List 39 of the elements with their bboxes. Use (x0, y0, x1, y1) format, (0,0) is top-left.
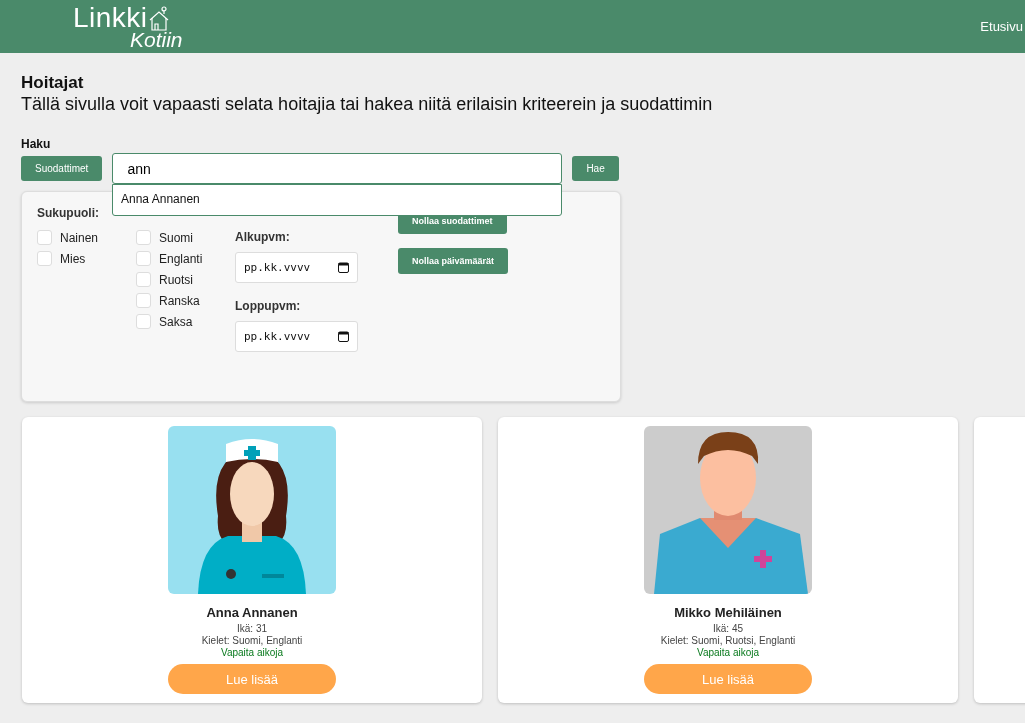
availability-text: Vapaita aikoja (696, 647, 760, 659)
nurse-age: Ikä: 31 (237, 623, 267, 635)
checkbox[interactable] (136, 251, 151, 266)
filters-button[interactable]: Suodattimet (21, 156, 103, 181)
reset-button[interactable]: Nollaa päivämäärät (398, 248, 509, 274)
checkbox[interactable] (136, 314, 151, 329)
date-label: Alkupvm: (235, 230, 291, 244)
checkbox-label: Ranska (159, 293, 200, 308)
search-label: Haku (21, 137, 52, 151)
nurse-name: Anna Annanen (206, 605, 298, 620)
filter-heading: Sukupuoli: (37, 206, 100, 220)
suggestion-item[interactable]: Anna Annanen (113, 185, 561, 215)
checkbox[interactable] (136, 230, 151, 245)
checkbox[interactable] (37, 251, 52, 266)
search-field[interactable]: ann (112, 153, 563, 184)
checkbox[interactable] (37, 230, 52, 245)
page-title: Hoitajat (21, 73, 85, 93)
calendar-icon[interactable] (338, 331, 349, 342)
nurse-age: Ikä: 45 (713, 623, 743, 635)
checkbox-label: Nainen (60, 230, 99, 245)
checkbox-label: Mies (60, 251, 86, 266)
checkbox[interactable] (136, 272, 151, 287)
search-button[interactable]: Hae (572, 156, 619, 181)
availability-text: Vapaita aikoja (220, 647, 284, 659)
calendar-icon[interactable] (338, 262, 349, 273)
date-label: Loppupvm: (235, 299, 302, 313)
page-description: Tällä sivulla voit vapaasti selata hoitajia tai hakea niitä erilaisin kriteerein ja suodattimin (21, 94, 714, 115)
nurse-languages: Kielet: Suomi, Englanti (201, 635, 303, 647)
date-field[interactable]: pp.kk.vvvv (235, 321, 358, 352)
date-field[interactable]: pp.kk.vvvv (235, 252, 358, 283)
nav-link[interactable]: Etusivu (980, 19, 1025, 34)
checkbox[interactable] (136, 293, 151, 308)
checkbox-label: Saksa (159, 314, 193, 329)
checkbox-label: Englanti (159, 251, 203, 266)
checkbox-label: Suomi (159, 230, 193, 245)
nurse-name: Mikko Mehiläinen (674, 605, 782, 620)
nurse-languages: Kielet: Suomi, Ruotsi, Englanti (660, 635, 796, 647)
house-icon (147, 5, 170, 32)
checkbox-label: Ruotsi (159, 272, 193, 287)
